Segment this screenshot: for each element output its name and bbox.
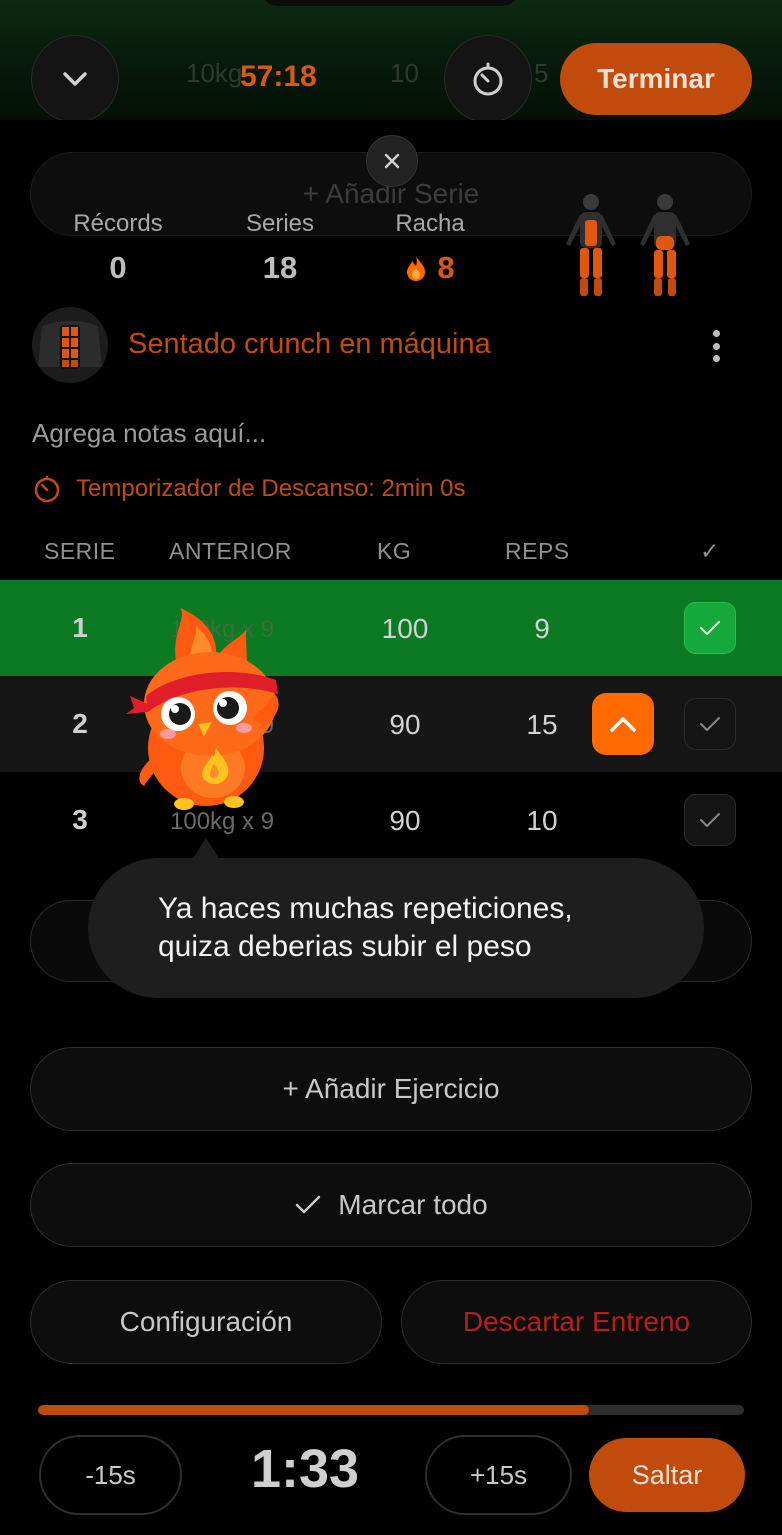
ghost-reps-text: 10: [390, 58, 419, 88]
close-button[interactable]: [366, 135, 418, 187]
flame-icon: [407, 256, 426, 281]
stat-streak: Racha 8: [380, 210, 480, 286]
set-number: 3: [72, 804, 88, 835]
ghost-weight-text: 10kg: [186, 58, 243, 88]
body-front-icon: [566, 194, 616, 296]
stat-series-label: Series: [245, 210, 315, 237]
tooltip-line-2: quiza deberias subir el peso: [158, 930, 532, 963]
stopwatch-icon: [473, 62, 503, 96]
mark-all-label: Marcar todo: [338, 1189, 488, 1220]
timer-button[interactable]: [444, 35, 532, 120]
stat-series-value: 18: [262, 250, 298, 285]
col-set-header: SERIE: [44, 538, 116, 564]
stat-streak-value: 8: [437, 250, 455, 285]
tooltip-line-1: Ya haces muchas repeticiones,: [158, 892, 573, 925]
set-reps-input[interactable]: 9: [492, 613, 592, 645]
check-icon: [296, 1195, 321, 1214]
discard-workout-button[interactable]: Descartar Entreno: [401, 1280, 752, 1364]
set-number: 2: [72, 708, 88, 739]
check-icon: [700, 621, 720, 635]
exercise-menu-button[interactable]: [700, 326, 732, 366]
stat-series: Series 18: [225, 210, 335, 286]
ghost-digit-text: 5: [534, 58, 549, 88]
minus-15s-button[interactable]: -15s: [39, 1435, 182, 1515]
drag-handle[interactable]: [260, 0, 520, 6]
rest-progress-fill: [38, 1405, 589, 1415]
fire-mascot-icon: [126, 608, 279, 810]
workout-duration: 57:18: [240, 60, 317, 93]
mark-all-button[interactable]: Marcar todo: [30, 1163, 752, 1247]
increase-weight-button[interactable]: [592, 693, 654, 755]
col-done-header: ✓: [700, 538, 720, 564]
rest-progress-bar: [38, 1405, 744, 1415]
skip-rest-button[interactable]: Saltar: [589, 1438, 745, 1512]
finish-workout-button[interactable]: Terminar: [560, 43, 752, 115]
add-exercise-button[interactable]: + Añadir Ejercicio: [30, 1047, 752, 1131]
timer-icon: [34, 475, 60, 503]
stat-streak-label: Racha: [395, 210, 465, 237]
set-reps-input[interactable]: 15: [492, 709, 592, 741]
check-icon: [700, 717, 720, 731]
sets-table-header: SERIE ANTERIOR KG REPS ✓: [0, 538, 782, 568]
abs-muscle-icon: [38, 321, 102, 369]
set-complete-checkbox[interactable]: [684, 794, 736, 846]
settings-button[interactable]: Configuración: [30, 1280, 382, 1364]
chevron-down-icon: [63, 72, 87, 86]
col-reps-header: REPS: [505, 538, 570, 564]
check-icon: [700, 813, 720, 827]
tooltip-arrow: [192, 838, 220, 860]
set-kg-input[interactable]: 90: [355, 805, 455, 837]
exercise-name[interactable]: Sentado crunch en máquina: [128, 328, 491, 361]
col-kg-header: KG: [377, 538, 412, 564]
coach-tooltip[interactable]: Ya haces muchas repeticiones, quiza debe…: [88, 858, 704, 998]
close-icon: [384, 153, 400, 169]
stat-records-value: 0: [109, 250, 127, 285]
rest-countdown: 1:33: [250, 1439, 360, 1499]
plus-15s-button[interactable]: +15s: [425, 1435, 572, 1515]
rest-timer-setting[interactable]: Temporizador de Descanso: 2min 0s: [32, 474, 466, 504]
workout-header: 10kg 10 5 57:18 Terminar: [0, 0, 782, 120]
muscle-map-figures: [566, 194, 690, 296]
rest-timer-label: Temporizador de Descanso: 2min 0s: [76, 475, 466, 502]
set-kg-input[interactable]: 100: [355, 613, 455, 645]
more-vertical-icon: [712, 330, 720, 337]
stat-streak-row: 8: [380, 250, 480, 286]
chevron-up-icon: [610, 717, 636, 732]
stat-records: Récords 0: [58, 210, 178, 286]
set-number: 1: [72, 612, 88, 643]
set-reps-input[interactable]: 10: [492, 805, 592, 837]
collapse-button[interactable]: [31, 35, 119, 120]
set-complete-checkbox[interactable]: [684, 698, 736, 750]
set-complete-checkbox[interactable]: [684, 602, 736, 654]
set-kg-input[interactable]: 90: [355, 709, 455, 741]
body-back-icon: [640, 194, 690, 296]
exercise-thumbnail[interactable]: [32, 307, 108, 383]
notes-input[interactable]: Agrega notas aquí...: [32, 418, 266, 449]
col-previous-header: ANTERIOR: [169, 538, 292, 564]
stat-records-label: Récords: [73, 210, 163, 237]
